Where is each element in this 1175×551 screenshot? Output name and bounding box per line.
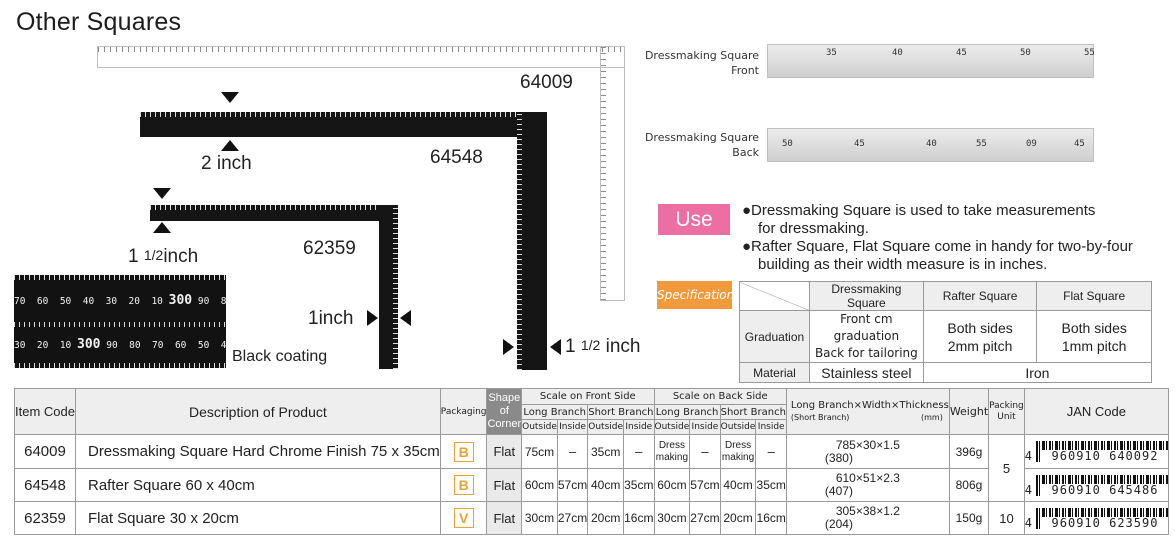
label-1-inch: 1inch	[308, 308, 354, 329]
specifications-badge: Specifications	[657, 281, 741, 309]
black-coating-label: Black coating	[232, 348, 328, 365]
flat-square-vertical-arm	[379, 205, 398, 369]
black-coating-closeup: 70 60 50 40 30 20 10 300 90 80 70 60 50 …	[14, 275, 226, 368]
dm-back-label: Dressmaking Square Back	[644, 131, 759, 159]
header-dims: Long Branch×Width×Thickness (Short Branc…	[785, 388, 950, 435]
use-description: ●Dressmaking Square is used to take meas…	[742, 202, 1133, 273]
header-shape: Shape of Corner	[486, 388, 523, 435]
page-title: Other Squares	[16, 8, 182, 36]
width-arrow-up-icon-small	[153, 222, 171, 233]
code-62359-label: 62359	[303, 238, 356, 259]
dressmaking-square-image	[97, 46, 625, 68]
rafter-square-image	[140, 112, 547, 137]
label-right-1-half-inch: 1 1/2 inch	[565, 336, 641, 357]
label-1-half-inch: 1 1/2inch	[128, 246, 199, 267]
jan-barcode: 4 960910 623590	[1025, 507, 1168, 529]
dm-back-image: 50 45 40 55 09 45	[767, 128, 1094, 162]
jan-barcode: 4 960910 640092	[1025, 441, 1168, 462]
packaging-badge: B	[453, 441, 474, 462]
dm-front-image: 35 40 45 50 55	[767, 44, 1095, 78]
packaging-badge: V	[453, 508, 474, 528]
table-row: 62359 Flat Square 30 x 20cm V Flat 30cm …	[14, 501, 1170, 535]
header-description: Description of Product	[74, 388, 441, 435]
header-item-code: Item Code	[14, 388, 76, 435]
closeup-top-scale: 70 60 50 40 30 20 10 300 90 80 70 60 50 …	[14, 293, 226, 308]
label-2-inch: 2 inch	[201, 153, 252, 174]
arrow-left-icon-lower	[550, 339, 561, 355]
header-scale-back: Scale on Back Side	[653, 388, 787, 405]
arrow-left-icon	[400, 310, 411, 326]
header-weight: Weight	[948, 388, 990, 435]
arrow-right-icon-lower	[503, 339, 514, 355]
dressmaking-square-vertical-arm	[600, 46, 625, 301]
code-64009-label: 64009	[520, 72, 573, 93]
use-badge: Use	[658, 204, 730, 235]
arrow-right-icon	[367, 310, 378, 326]
packaging-badge: B	[453, 475, 474, 495]
header-packing-unit: Packing Unit	[988, 388, 1025, 435]
rafter-square-vertical-arm	[517, 112, 547, 370]
flat-square-image	[150, 205, 398, 221]
header-jan: JAN Code	[1023, 388, 1170, 435]
width-arrow-up-icon	[221, 140, 239, 151]
code-64548-label: 64548	[430, 147, 483, 168]
width-arrow-down-icon-small	[153, 188, 171, 199]
jan-barcode: 4 960910 645486	[1025, 474, 1168, 496]
width-arrow-down-icon	[221, 92, 239, 103]
dm-front-label: Dressmaking Square Front	[644, 49, 759, 77]
header-packaging: Packaging	[439, 388, 488, 435]
product-table: Item Code Description of Product Packagi…	[14, 388, 1170, 535]
header-scale-front: Scale on Front Side	[521, 388, 655, 405]
table-row: 64009 Dressmaking Square Hard Chrome Fin…	[14, 434, 1170, 502]
specifications-table: Dressmaking Square Rafter Square Flat Sq…	[739, 281, 1153, 383]
closeup-bottom-scale: 30 20 10 300 90 80 70 60 50 40 30 20 10	[14, 337, 226, 352]
